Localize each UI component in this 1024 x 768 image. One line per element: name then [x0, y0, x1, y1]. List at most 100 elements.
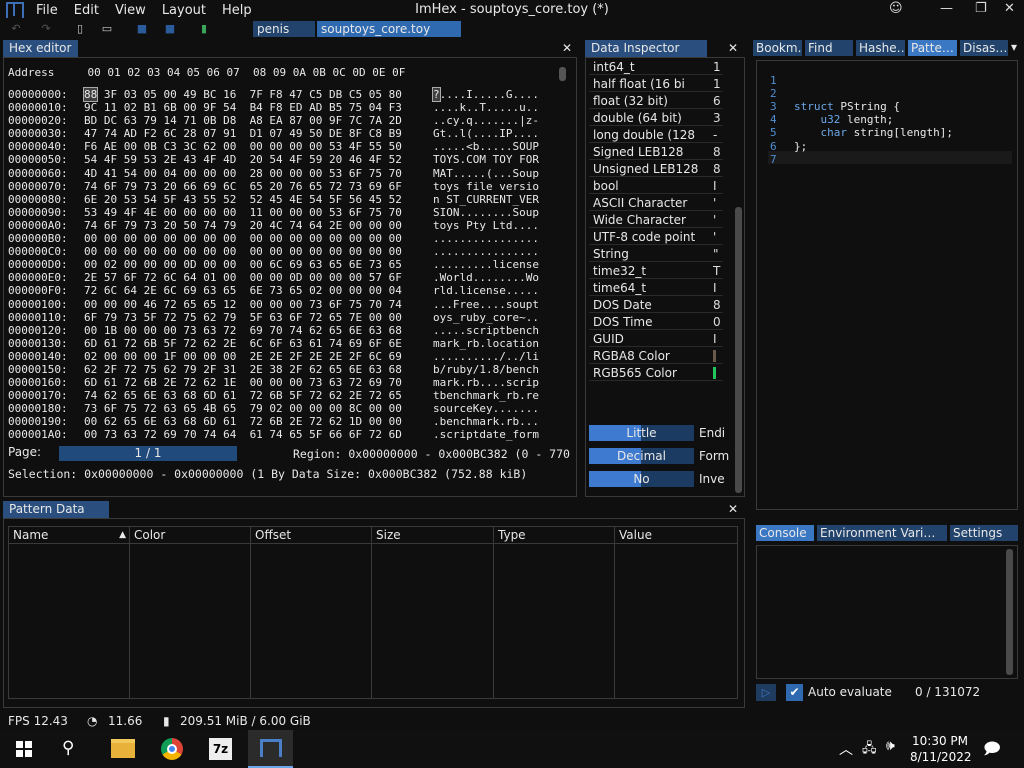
- inspector-value[interactable]: 8: [713, 297, 723, 313]
- row-ascii[interactable]: sourceKey.......: [433, 402, 539, 415]
- inspector-value[interactable]: [713, 365, 723, 381]
- row-ascii[interactable]: n ST_CURRENT_VER: [433, 193, 539, 206]
- row-ascii[interactable]: ................: [433, 232, 539, 245]
- code-line[interactable]: 1: [770, 74, 794, 87]
- hex-row[interactable]: 00000180: 73 6F 75 72 63 65 4B 65 79 02 0…: [8, 402, 539, 415]
- inspector-type[interactable]: long double (128: [589, 127, 723, 143]
- inspector-value[interactable]: 6: [713, 93, 723, 109]
- row-bytes[interactable]: 74 6F 79 73 20 50 74 79 20 4C 74 64 2E 0…: [84, 219, 433, 232]
- network-icon[interactable]: 🖧: [862, 739, 877, 761]
- row-ascii[interactable]: b/ruby/1.8/bench: [433, 363, 539, 376]
- console-scrollbar[interactable]: [1006, 549, 1013, 675]
- inspector-type[interactable]: UTF-8 code point: [589, 229, 723, 245]
- inspector-value[interactable]: 0: [713, 314, 723, 330]
- format-toggle[interactable]: Decimal: [589, 448, 694, 464]
- inspector-type[interactable]: double (64 bit): [589, 110, 723, 126]
- menu-edit[interactable]: Edit: [74, 3, 99, 18]
- inspector-type[interactable]: time32_t: [589, 263, 723, 279]
- inspector-type[interactable]: half float (16 bi: [589, 76, 723, 92]
- column-color[interactable]: Color: [130, 527, 251, 699]
- pattern-data-tab[interactable]: Pattern Data: [3, 501, 109, 518]
- code-line[interactable]: 2: [770, 87, 794, 100]
- selected-byte[interactable]: 88: [82, 87, 99, 102]
- menu-layout[interactable]: Layout: [162, 3, 206, 18]
- row-ascii[interactable]: mark.rb....scrip: [433, 376, 539, 389]
- column-name[interactable]: Name ▲: [9, 527, 130, 699]
- new-file-icon[interactable]: ▯: [74, 22, 86, 35]
- hex-row[interactable]: 00000110: 6F 79 73 5F 72 75 62 79 5F 63 6…: [8, 311, 539, 324]
- row-ascii[interactable]: toys file versio: [433, 180, 539, 193]
- hex-row[interactable]: 000000D0: 00 02 00 00 00 0D 00 00 00 6C 6…: [8, 258, 539, 271]
- code-line[interactable]: 6};: [770, 140, 807, 153]
- row-ascii[interactable]: ?....I.....G....: [432, 87, 539, 102]
- close-hex-editor-icon[interactable]: ✕: [562, 40, 578, 57]
- row-ascii[interactable]: ........../../li: [433, 350, 539, 363]
- menu-help[interactable]: Help: [222, 3, 252, 18]
- inspector-scrollbar[interactable]: [735, 207, 742, 493]
- inspector-type[interactable]: int64_t: [589, 59, 723, 75]
- row-ascii[interactable]: SION........Soup: [433, 206, 539, 219]
- row-ascii[interactable]: mark_rb.location: [433, 337, 539, 350]
- tab-disassembler[interactable]: Disas…: [960, 40, 1008, 56]
- row-bytes[interactable]: 02 00 00 00 1F 00 00 00 2E 2E 2F 2E 2E 2…: [84, 350, 433, 363]
- row-bytes[interactable]: 73 6F 75 72 63 65 4B 65 79 02 00 00 00 8…: [84, 402, 433, 415]
- tab-penis[interactable]: penis: [253, 21, 315, 37]
- hex-scrollbar[interactable]: [559, 67, 566, 81]
- row-bytes[interactable]: 00 1B 00 00 00 73 63 72 69 70 74 62 65 6…: [84, 324, 433, 337]
- column-offset[interactable]: Offset: [251, 527, 372, 699]
- row-ascii[interactable]: .World........Wo: [433, 271, 539, 284]
- inspector-type[interactable]: String: [589, 246, 723, 262]
- inspector-type[interactable]: Signed LEB128: [589, 144, 723, 160]
- save-as-icon[interactable]: ■: [164, 22, 176, 35]
- hex-row[interactable]: 00000070: 74 6F 79 73 20 66 69 6C 65 20 7…: [8, 180, 539, 193]
- row-bytes[interactable]: 00 00 00 00 00 00 00 00 00 00 00 00 00 0…: [84, 232, 433, 245]
- hex-row[interactable]: 00000100: 00 00 00 46 72 65 65 12 00 00 0…: [8, 298, 539, 311]
- hex-row[interactable]: 00000170: 74 62 65 6E 63 68 6D 61 72 6B 5…: [8, 389, 539, 402]
- inspector-value[interactable]: 3: [713, 110, 723, 126]
- tab-pattern-editor[interactable]: Patte…: [908, 40, 957, 56]
- row-bytes[interactable]: 72 6C 64 2E 6C 69 63 65 6E 73 65 02 00 0…: [84, 284, 433, 297]
- hex-row[interactable]: 00000030: 47 74 AD F2 6C 28 07 91 D1 07 4…: [8, 127, 539, 140]
- inspector-value[interactable]: 8: [713, 144, 723, 160]
- row-ascii[interactable]: rld.license.....: [433, 284, 539, 297]
- column-value[interactable]: Value: [615, 527, 737, 699]
- tab-hashes[interactable]: Hashe…: [856, 40, 905, 56]
- inspector-type[interactable]: DOS Time: [589, 314, 723, 330]
- right-tabs-more-icon[interactable]: ▾: [1011, 40, 1017, 54]
- row-bytes[interactable]: 00 02 00 00 00 0D 00 00 00 6C 69 63 65 6…: [84, 258, 433, 271]
- page-indicator[interactable]: 1 / 1: [59, 446, 237, 461]
- close-pattern-data-icon[interactable]: ✕: [728, 501, 744, 518]
- inspector-value[interactable]: I: [713, 331, 723, 347]
- smiley-icon[interactable]: ☺: [889, 1, 903, 16]
- hex-row[interactable]: 00000160: 6D 61 72 6B 2E 72 62 1E 00 00 0…: [8, 376, 539, 389]
- hex-row[interactable]: 00000010: 9C 11 02 B1 6B 00 9F 54 B4 F8 E…: [8, 101, 539, 114]
- tab-bookmarks[interactable]: Bookm…: [753, 40, 802, 56]
- file-explorer-icon[interactable]: [111, 739, 135, 758]
- row-bytes[interactable]: 6D 61 72 6B 2E 72 62 1E 00 00 00 73 63 7…: [84, 376, 433, 389]
- inspector-type[interactable]: RGBA8 Color: [589, 348, 723, 364]
- selected-char[interactable]: ?: [432, 87, 441, 102]
- row-ascii[interactable]: ..cy.q.......|z-: [433, 114, 539, 127]
- hex-row[interactable]: 00000000: 88 3F 03 05 00 49 BC 16 7F F8 4…: [8, 87, 539, 102]
- tab-souptoys-core[interactable]: souptoys_core.toy: [317, 21, 461, 37]
- row-ascii[interactable]: MAT.....(...Soup: [433, 167, 539, 180]
- inspector-value[interactable]: 1: [713, 76, 723, 92]
- code-line[interactable]: 5 char string[length];: [770, 126, 953, 139]
- redo-icon[interactable]: ↷: [40, 22, 52, 35]
- row-ascii[interactable]: TOYS.COM TOY FOR: [433, 153, 539, 166]
- volume-icon[interactable]: 🕪: [886, 738, 895, 754]
- row-ascii[interactable]: tbenchmark_rb.re: [433, 389, 539, 402]
- hex-row[interactable]: 00000150: 62 2F 72 75 62 79 2F 31 2E 38 2…: [8, 363, 539, 376]
- code-line[interactable]: 3 struct PString {: [770, 100, 900, 113]
- row-ascii[interactable]: toys Pty Ltd....: [433, 219, 539, 232]
- row-bytes[interactable]: 62 2F 72 75 62 79 2F 31 2E 38 2F 62 65 6…: [84, 363, 433, 376]
- row-ascii[interactable]: .benchmark.rb...: [433, 415, 539, 428]
- hex-row[interactable]: 00000060: 4D 41 54 00 04 00 00 00 28 00 0…: [8, 167, 539, 180]
- row-bytes[interactable]: F6 AE 00 0B C3 3C 62 00 00 00 00 00 53 4…: [84, 140, 433, 153]
- row-ascii[interactable]: ...Free....soupt: [433, 298, 539, 311]
- row-bytes[interactable]: 00 00 00 00 00 00 00 00 00 00 00 00 00 0…: [84, 245, 433, 258]
- inspector-value[interactable]: ': [713, 229, 723, 245]
- hex-row[interactable]: 000000F0: 72 6C 64 2E 6C 69 63 65 6E 73 6…: [8, 284, 539, 297]
- row-ascii[interactable]: oys_ruby_core~..: [433, 311, 539, 324]
- row-bytes[interactable]: 2E 57 6F 72 6C 64 01 00 00 00 0D 00 00 0…: [84, 271, 433, 284]
